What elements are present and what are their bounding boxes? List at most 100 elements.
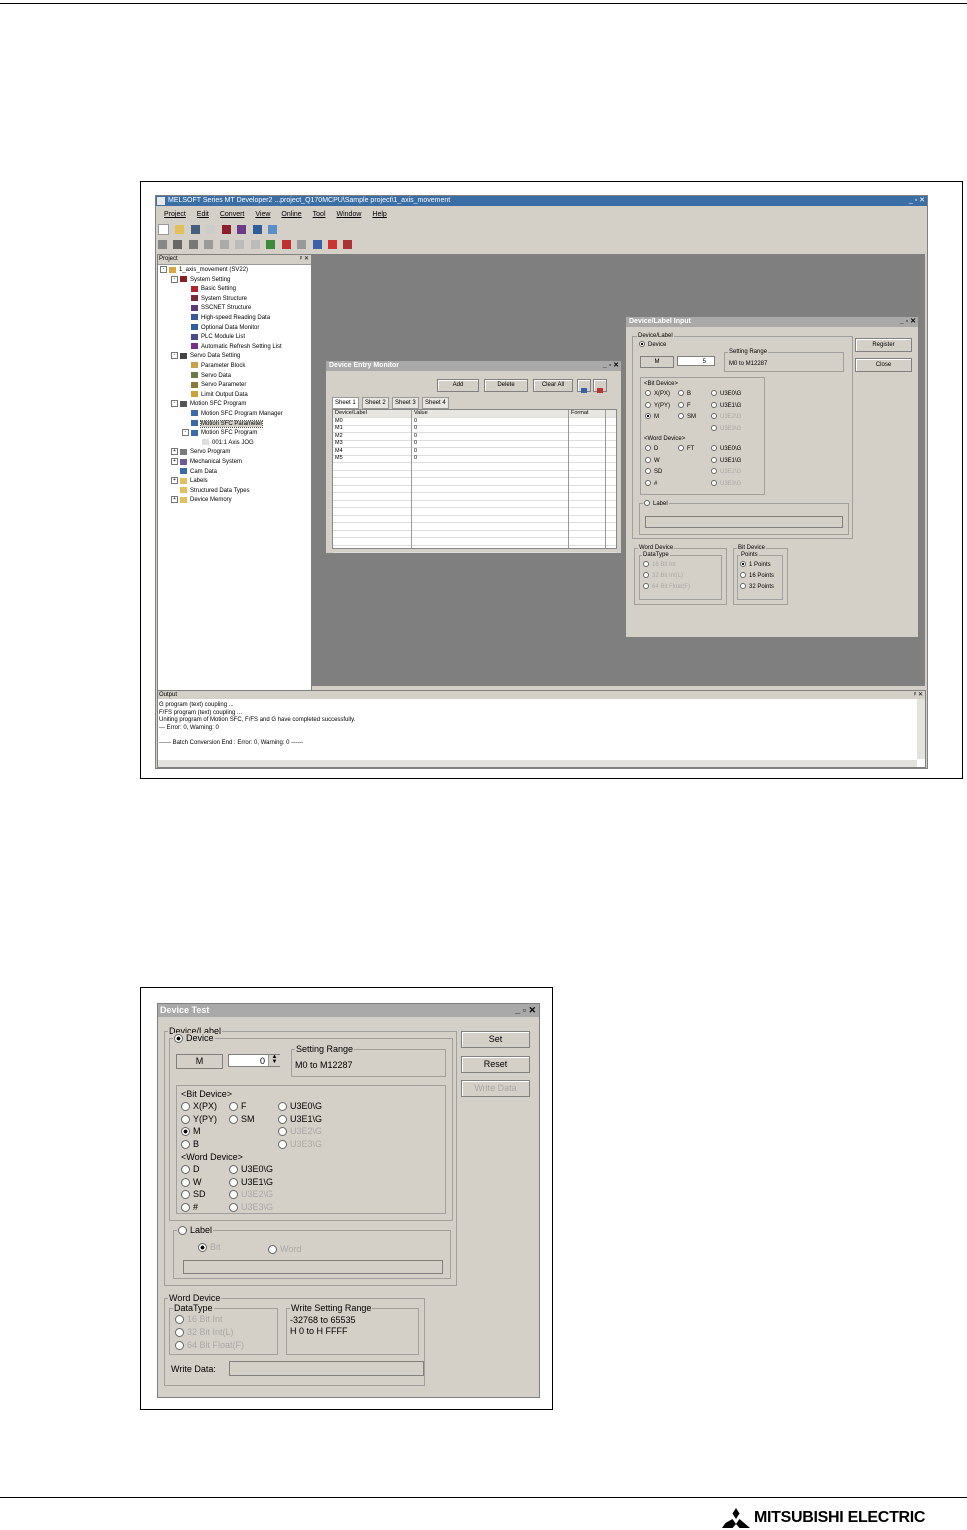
device-option-sd[interactable]: SD: [645, 468, 662, 476]
tree-item[interactable]: Motion SFC Program Manager: [182, 410, 283, 418]
device-option-[interactable]: #: [645, 479, 657, 488]
cut-icon[interactable]: [173, 240, 183, 250]
device-option-u3e1-g[interactable]: U3E1\G: [711, 456, 741, 465]
tree-item[interactable]: - Motion SFC Program: [171, 400, 246, 408]
tab-sheet-1[interactable]: Sheet 1: [332, 397, 359, 409]
device-option-d[interactable]: D: [181, 1164, 200, 1175]
monitor-start-button[interactable]: [577, 379, 591, 393]
delete-button[interactable]: Delete: [484, 379, 528, 392]
tree-item[interactable]: System Structure: [182, 295, 247, 303]
tree-item[interactable]: Limit Output Data: [182, 391, 248, 399]
tree-item[interactable]: - Motion SFC Program: [182, 429, 257, 437]
tree-item[interactable]: SSCNET Structure: [182, 304, 251, 312]
tree-item[interactable]: Basic Setting: [182, 285, 236, 293]
tree-item[interactable]: Optional Data Monitor: [182, 324, 259, 332]
read-icon[interactable]: [312, 240, 322, 250]
menu-tool[interactable]: Tool: [313, 211, 326, 218]
device-option-u3e0-g[interactable]: U3E0\G: [278, 1101, 322, 1112]
tree-item[interactable]: High-speed Reading Data: [182, 314, 270, 322]
tree-item[interactable]: + Servo Program: [171, 448, 230, 456]
device-option-f[interactable]: F: [678, 401, 691, 410]
menu-edit[interactable]: Edit: [197, 211, 209, 218]
open-icon[interactable]: [175, 225, 185, 235]
collapse-icon[interactable]: -: [171, 400, 178, 408]
undo-icon[interactable]: [235, 240, 245, 250]
check-icon[interactable]: [266, 240, 276, 250]
collapse-icon[interactable]: -: [160, 266, 167, 273]
expand-icon[interactable]: +: [171, 458, 178, 465]
monitor-toolbar-icon[interactable]: [252, 225, 262, 235]
dli-device-radio[interactable]: Device: [639, 341, 666, 349]
redo-icon[interactable]: [250, 240, 260, 250]
expand-icon[interactable]: +: [171, 448, 178, 456]
print-icon[interactable]: [206, 225, 216, 235]
tree-item[interactable]: 001:1 Axis JOG: [193, 439, 254, 447]
menu-project[interactable]: Project: [164, 211, 186, 218]
tree-item[interactable]: PLC Module List: [182, 333, 245, 341]
output-close-icon[interactable]: ᵖ ✕: [914, 691, 923, 699]
device-option-u3e0-g[interactable]: U3E0\G: [229, 1164, 273, 1175]
panel-close-icon[interactable]: ᵖ ✕: [300, 255, 309, 263]
device-option-y-py[interactable]: Y(PY): [645, 401, 670, 410]
tree-item[interactable]: Structured Data Types: [171, 487, 250, 495]
menu-online[interactable]: Online: [281, 211, 301, 218]
register-button[interactable]: Register: [855, 338, 912, 352]
device-option-sd[interactable]: SD: [181, 1189, 206, 1200]
table-row[interactable]: [333, 545, 616, 553]
device-option-u3e1-g[interactable]: U3E1\G: [711, 401, 741, 410]
tree-item[interactable]: - 1_axis_movement (SV22): [160, 266, 248, 274]
tab-sheet-3[interactable]: Sheet 3: [392, 397, 419, 409]
device-option-f[interactable]: F: [229, 1101, 247, 1112]
device-option-b[interactable]: B: [181, 1139, 199, 1150]
output-hscrollbar[interactable]: [158, 760, 917, 767]
expand-icon[interactable]: +: [171, 496, 178, 504]
device-option-[interactable]: #: [181, 1202, 198, 1213]
dli-device-number[interactable]: 5: [677, 356, 715, 366]
device-option-sm[interactable]: SM: [229, 1114, 255, 1125]
device-option-x-px[interactable]: X(PX): [181, 1101, 217, 1112]
dt-number-spinner[interactable]: ▲ ▼: [268, 1054, 280, 1066]
set-button[interactable]: Set: [461, 1031, 530, 1048]
write-icon[interactable]: [327, 240, 337, 250]
reset-button[interactable]: Reset: [461, 1056, 530, 1073]
device-option-u3e1-g[interactable]: U3E1\G: [229, 1177, 273, 1188]
dli-label-input[interactable]: [645, 516, 843, 528]
dt-label-radio[interactable]: Label: [177, 1225, 214, 1236]
device-option-w[interactable]: W: [181, 1177, 202, 1188]
menu-help[interactable]: Help: [372, 211, 386, 218]
window-controls[interactable]: _ ▫ ✕: [909, 197, 925, 205]
device-option-b[interactable]: B: [678, 390, 691, 398]
collapse-icon[interactable]: -: [171, 352, 178, 360]
tree-item[interactable]: + Labels: [171, 477, 208, 485]
dli-window-controls[interactable]: _ ▫ ✕: [900, 317, 916, 326]
find-icon[interactable]: [158, 240, 167, 250]
window-icon[interactable]: [268, 225, 278, 235]
tree-item[interactable]: - System Setting: [171, 275, 230, 284]
copy-icon[interactable]: [188, 240, 198, 250]
transfer-icon[interactable]: [237, 225, 247, 235]
device-option-m[interactable]: M: [645, 413, 659, 421]
add-button[interactable]: Add: [437, 379, 479, 392]
expand-icon[interactable]: +: [171, 477, 178, 485]
device-option-d[interactable]: D: [645, 445, 658, 453]
device-option-y-py[interactable]: Y(PY): [181, 1114, 217, 1125]
dli-points-1[interactable]: 1 Points: [740, 561, 771, 569]
tree-item[interactable]: Cam Data: [171, 468, 217, 476]
device-option-sm[interactable]: SM: [678, 413, 696, 421]
collapse-icon[interactable]: -: [171, 275, 178, 283]
tree-item[interactable]: + Mechanical System: [171, 458, 242, 466]
monitor-stop-button[interactable]: [593, 379, 607, 393]
new-icon[interactable]: [158, 224, 169, 236]
device-option-x-px[interactable]: X(PX): [645, 390, 670, 398]
tree-item[interactable]: Motion SFC Parameter: [182, 419, 264, 428]
device-test-window-controls[interactable]: _ ▫ ✕: [515, 1004, 536, 1017]
dli-points-16[interactable]: 16 Points: [740, 572, 774, 580]
convert-icon[interactable]: [221, 225, 231, 235]
stop-icon[interactable]: [281, 240, 291, 250]
list-icon[interactable]: [297, 240, 307, 250]
clear-all-button[interactable]: Clear All: [533, 379, 573, 392]
device-option-u3e0-g[interactable]: U3E0\G: [711, 390, 741, 398]
close-button[interactable]: Close: [855, 358, 912, 372]
dli-points-32[interactable]: 32 Points: [740, 583, 774, 591]
tree-item[interactable]: - Servo Data Setting: [171, 352, 240, 360]
